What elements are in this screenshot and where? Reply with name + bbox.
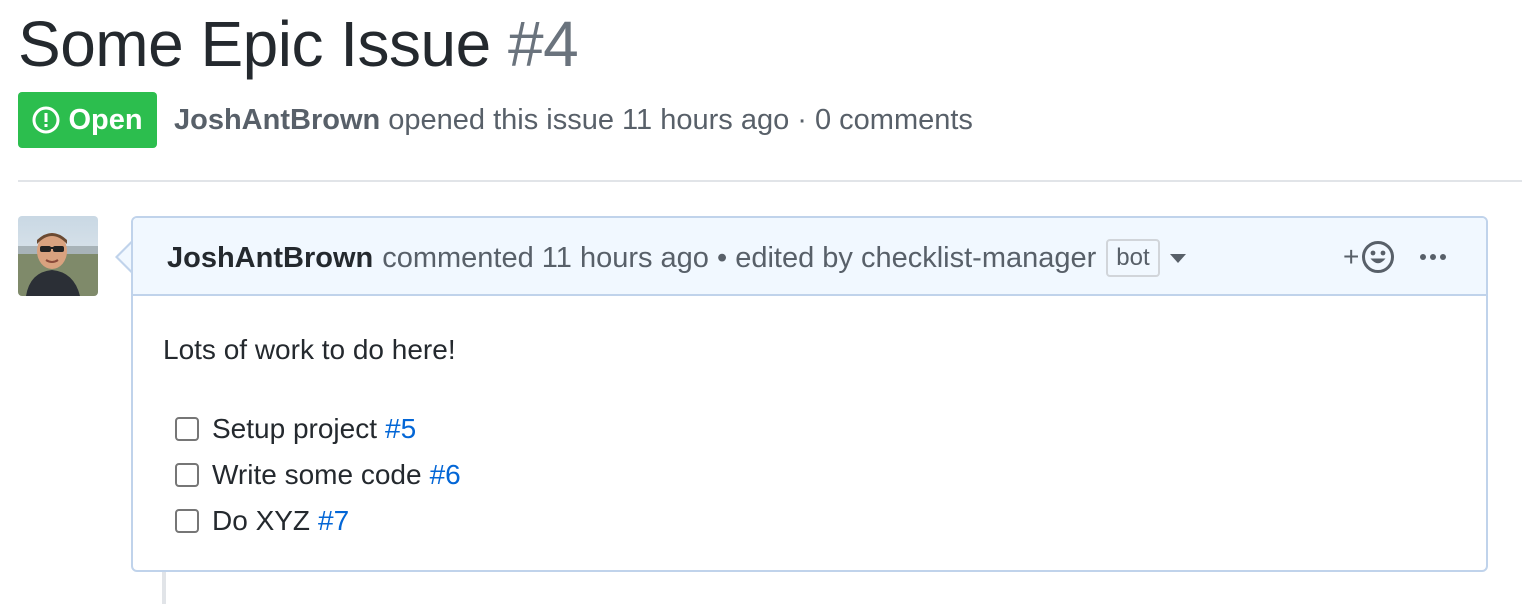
comment-header: JoshAntBrown commented 11 hours ago • ed… [133, 218, 1486, 296]
comment-options-button[interactable] [1418, 240, 1448, 274]
bot-label: bot [1106, 239, 1160, 277]
smiley-icon [1362, 241, 1395, 273]
comment-author-link[interactable]: JoshAntBrown [167, 240, 373, 276]
header-divider [18, 180, 1522, 182]
kebab-dot [1430, 254, 1436, 260]
issue-number: #4 [508, 8, 579, 80]
comment-edit-info: commented 11 hours ago • edited by check… [382, 242, 1097, 274]
task-list-item: Write some code #6 [175, 452, 461, 498]
task-checkbox[interactable] [175, 417, 199, 441]
task-list: Setup project #5 Write some code #6 Do X… [175, 406, 461, 544]
issue-opened-icon [32, 106, 60, 134]
kebab-horizontal-icon [1420, 254, 1426, 260]
issue-meta: JoshAntBrown opened this issue 11 hours … [174, 102, 973, 138]
reaction-plus-label: + [1343, 241, 1360, 272]
issue-title: Some Epic Issue #4 [18, 6, 579, 82]
kebab-dot [1440, 254, 1446, 260]
triangle-down-icon[interactable] [1169, 253, 1186, 263]
task-issue-link[interactable]: #6 [430, 459, 461, 491]
add-reaction-button[interactable]: + [1343, 240, 1395, 274]
issue-opened-text: opened this issue 11 hours ago · 0 comme… [388, 104, 973, 136]
comment-body: Lots of work to do here! [163, 334, 456, 365]
task-checkbox[interactable] [175, 463, 199, 487]
task-checkbox[interactable] [175, 509, 199, 533]
comment-box: JoshAntBrown commented 11 hours ago • ed… [131, 216, 1488, 572]
task-list-item: Setup project #5 [175, 406, 461, 452]
task-list-item: Do XYZ #7 [175, 498, 461, 544]
issue-state-badge: Open [18, 92, 157, 148]
issue-state-label: Open [68, 103, 143, 136]
issue-page: Some Epic Issue #4 Open JoshAntBrown ope… [0, 0, 1522, 604]
task-label: Write some code [212, 459, 422, 490]
task-issue-link[interactable]: #7 [318, 505, 349, 537]
comment-header-text: JoshAntBrown commented 11 hours ago • ed… [167, 239, 1186, 277]
task-label: Setup project [212, 413, 377, 444]
issue-title-text: Some Epic Issue [18, 8, 491, 80]
task-issue-link[interactable]: #5 [385, 413, 416, 445]
task-label: Do XYZ [212, 505, 311, 536]
avatar-image [18, 216, 98, 296]
issue-author-link[interactable]: JoshAntBrown [174, 104, 380, 136]
avatar[interactable] [18, 216, 98, 296]
timeline-line [162, 572, 166, 604]
